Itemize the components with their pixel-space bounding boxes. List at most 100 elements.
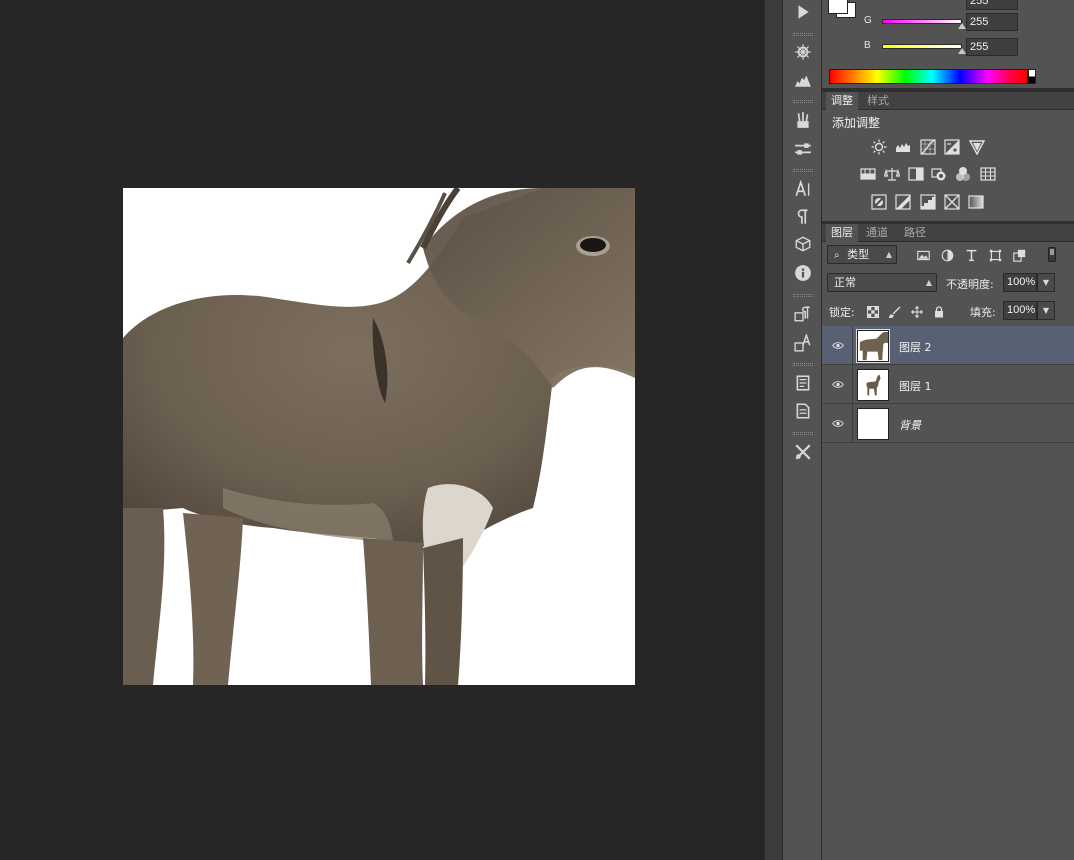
fill-label: 填充: (970, 306, 996, 319)
levels-icon[interactable] (894, 138, 912, 156)
document-canvas[interactable] (123, 188, 635, 685)
updown-icon: ▲ (885, 250, 892, 259)
layer-row[interactable]: 图层 1 (822, 365, 1074, 404)
dock-grip[interactable] (793, 169, 813, 172)
channel-row-b: B 255 (864, 38, 1064, 56)
panel-dock-strip (782, 0, 822, 860)
color-balance-icon[interactable] (883, 165, 901, 183)
info-icon[interactable] (789, 261, 817, 285)
color-spectrum[interactable] (829, 69, 1028, 84)
opacity-field[interactable]: 100% (1003, 273, 1037, 292)
layer-row[interactable]: 背景 (822, 404, 1074, 443)
layer-filter-kind-select[interactable]: ⌕ 类型 ▲ (827, 245, 897, 264)
layer-comps-icon[interactable] (789, 399, 817, 423)
g-slider-thumb[interactable] (958, 23, 966, 29)
character-icon[interactable] (789, 177, 817, 201)
b-value-field[interactable]: 255 (966, 38, 1018, 56)
vibrance-icon[interactable] (968, 138, 986, 156)
foreground-color-swatch[interactable] (828, 0, 848, 14)
panel-gutter (764, 0, 782, 860)
right-panels: 255 G 255 B 255 调整 样式 添加调整 图层 通道 路径 ⌕ 类型… (822, 0, 1074, 860)
layer-thumbnail (856, 329, 890, 363)
layers-tabbar: 图层 通道 路径 (822, 224, 1074, 242)
adjustments-title: 添加调整 (832, 116, 881, 130)
filter-kind-label: 类型 (847, 248, 870, 261)
selective-color-icon[interactable] (943, 193, 961, 211)
brightness-contrast-icon[interactable] (870, 138, 888, 156)
layer-thumbnail (857, 369, 889, 401)
filter-toggle-switch[interactable] (1048, 247, 1056, 262)
clone-source-icon[interactable] (789, 137, 817, 161)
exposure-icon[interactable] (943, 138, 961, 156)
channel-label: G (864, 15, 872, 26)
color-lookup-icon[interactable] (979, 165, 997, 183)
b-slider-thumb[interactable] (958, 48, 966, 54)
lock-transparent-pixels-icon[interactable] (866, 305, 880, 319)
b-slider[interactable] (882, 44, 962, 49)
tab-adjustments[interactable]: 调整 (826, 92, 858, 110)
hue-saturation-icon[interactable] (859, 165, 877, 183)
filter-toggle-knob (1050, 249, 1054, 255)
opacity-label: 不透明度: (946, 278, 994, 291)
channel-mixer-icon[interactable] (954, 165, 972, 183)
fill-dropdown-button[interactable]: ▼ (1037, 301, 1055, 320)
filter-pixel-icon[interactable] (915, 247, 931, 263)
curves-icon[interactable] (919, 138, 937, 156)
eye-icon[interactable] (830, 416, 846, 430)
eye-icon[interactable] (830, 338, 846, 352)
posterize-icon[interactable] (894, 193, 912, 211)
g-slider[interactable] (882, 19, 962, 24)
gradient-map-icon[interactable] (967, 193, 985, 211)
lock-image-pixels-icon[interactable] (888, 305, 902, 319)
eye-icon[interactable] (830, 377, 846, 391)
brush-settings-icon[interactable] (789, 40, 817, 64)
blend-mode-value: 正常 (834, 276, 856, 289)
fill-field[interactable]: 100% (1003, 301, 1037, 320)
brush-presets-icon[interactable] (789, 108, 817, 132)
donkey-photo (123, 188, 635, 685)
black-white-icon[interactable] (907, 165, 925, 183)
adjustments-tabbar: 调整 样式 (822, 92, 1074, 110)
threshold-icon[interactable] (919, 193, 937, 211)
filter-smart-object-icon[interactable] (1011, 247, 1027, 263)
updown-icon: ▲ (925, 278, 932, 287)
notes-icon[interactable] (789, 371, 817, 395)
layer-row[interactable]: 图层 2 (822, 326, 1074, 365)
filter-type-icon[interactable] (963, 247, 979, 263)
tab-channels[interactable]: 通道 (861, 224, 893, 242)
histogram-icon[interactable] (789, 68, 817, 92)
dock-grip[interactable] (793, 363, 813, 366)
dock-grip[interactable] (793, 33, 813, 36)
layer-name[interactable]: 图层 1 (899, 378, 932, 394)
photo-filter-icon[interactable] (930, 165, 948, 183)
layer-name[interactable]: 背景 (899, 417, 921, 433)
paragraph-styles-icon[interactable] (789, 302, 817, 326)
layer-thumbnail (857, 408, 889, 440)
lock-label: 锁定: (829, 306, 855, 319)
lock-position-icon[interactable] (910, 305, 924, 319)
opacity-dropdown-button[interactable]: ▼ (1037, 273, 1055, 292)
paragraph-icon[interactable] (789, 205, 817, 229)
tab-paths[interactable]: 路径 (899, 224, 931, 242)
r-value-field[interactable]: 255 (966, 0, 1018, 10)
invert-icon[interactable] (870, 193, 888, 211)
black-white-swatch[interactable] (1028, 69, 1036, 84)
3d-icon[interactable] (789, 232, 817, 256)
tab-styles[interactable]: 样式 (862, 92, 894, 110)
dock-grip[interactable] (793, 432, 813, 435)
dock-grip[interactable] (793, 100, 813, 103)
channel-label: B (864, 40, 871, 51)
tab-layers[interactable]: 图层 (826, 224, 858, 242)
color-panel: 255 G 255 B 255 (822, 0, 1074, 90)
play-icon[interactable] (789, 0, 817, 24)
g-value-field[interactable]: 255 (966, 13, 1018, 31)
filter-shape-icon[interactable] (987, 247, 1003, 263)
tool-presets-icon[interactable] (789, 440, 817, 464)
filter-adjustment-icon[interactable] (939, 247, 955, 263)
canvas-area[interactable] (0, 0, 764, 860)
layer-name[interactable]: 图层 2 (899, 339, 932, 355)
blend-mode-select[interactable]: 正常 ▲ (827, 273, 937, 292)
character-styles-icon[interactable] (789, 331, 817, 355)
lock-all-icon[interactable] (932, 305, 946, 319)
dock-grip[interactable] (793, 294, 813, 297)
